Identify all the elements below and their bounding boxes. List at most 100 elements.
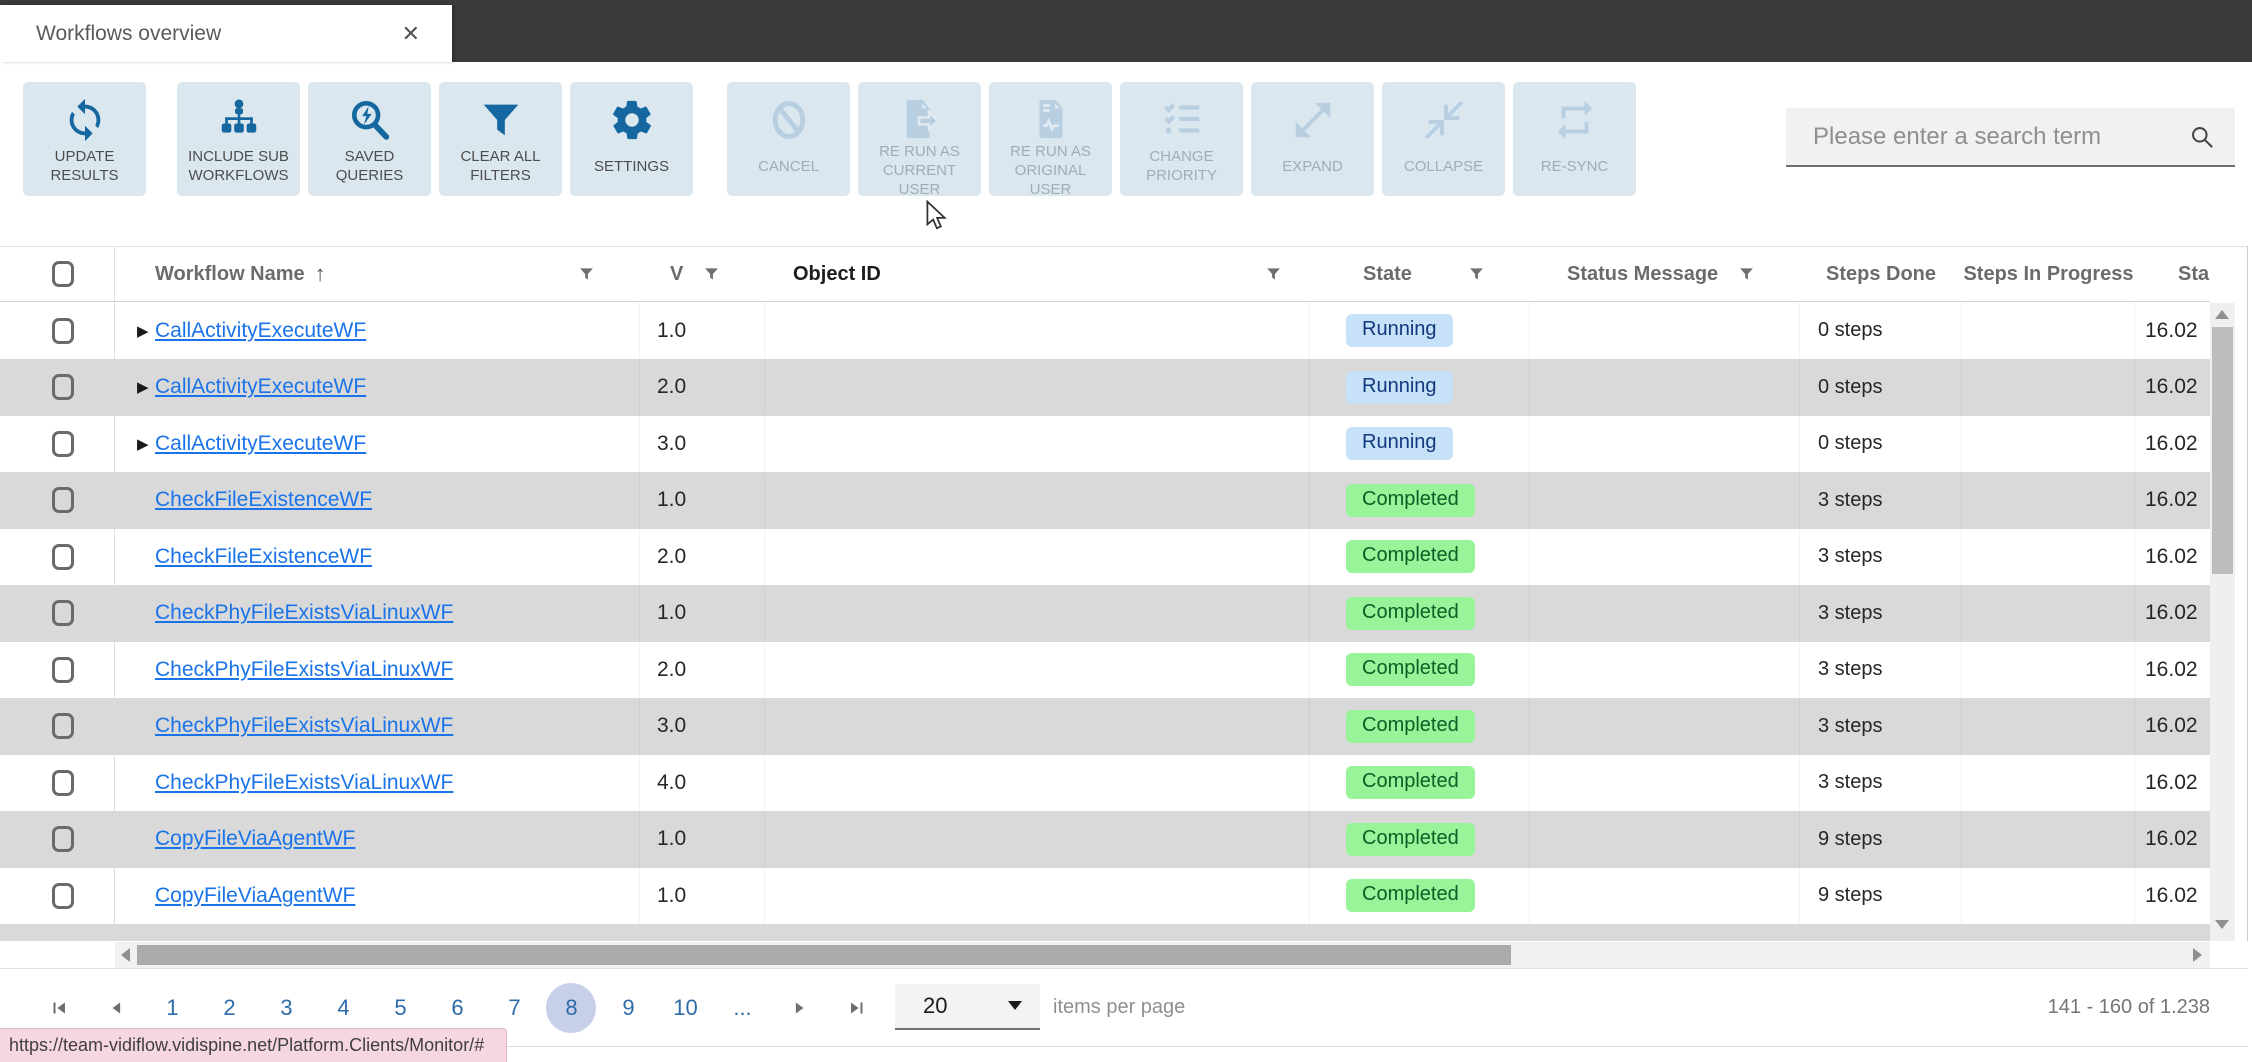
page-button-dotsdotsdots[interactable]: ... bbox=[714, 983, 771, 1033]
update-results-button[interactable]: UPDATE RESULTS bbox=[23, 82, 146, 196]
workflow-name-cell: ▶ CallActivityExecuteWF bbox=[115, 416, 640, 472]
workflow-name-link[interactable]: CheckPhyFileExistsViaLinuxWF bbox=[155, 658, 453, 682]
page-button-5[interactable]: 5 bbox=[372, 983, 429, 1033]
expand-icon[interactable]: ▶ bbox=[137, 435, 150, 453]
column-header-workflow-name[interactable]: Workflow Name ↑ bbox=[115, 247, 640, 301]
first-page-icon[interactable] bbox=[30, 983, 87, 1033]
workflow-name-cell: ▶CheckFileExistenceWF bbox=[115, 472, 640, 528]
close-icon[interactable]: ✕ bbox=[402, 5, 420, 62]
row-checkbox[interactable] bbox=[52, 769, 74, 796]
column-header-state[interactable]: State bbox=[1310, 247, 1530, 301]
page-button-9[interactable]: 9 bbox=[600, 983, 657, 1033]
workflow-name-link[interactable]: CheckPhyFileExistsViaLinuxWF bbox=[155, 771, 453, 795]
scroll-left-icon[interactable] bbox=[121, 948, 130, 962]
state-cell: Running bbox=[1310, 359, 1530, 415]
row-checkbox[interactable] bbox=[52, 543, 74, 570]
search-input[interactable] bbox=[1786, 108, 2235, 165]
toolbar-button-label: CLEAR ALL FILTERS bbox=[460, 148, 541, 184]
column-header-started[interactable]: Started bbox=[2135, 247, 2210, 301]
table-row: ▶CopyFileViaAgentWF1.0 Completed 9 steps 16… bbox=[0, 868, 2210, 925]
row-checkbox[interactable] bbox=[52, 713, 74, 740]
page-button-7[interactable]: 7 bbox=[486, 983, 543, 1033]
column-header-object-id[interactable]: Object ID bbox=[765, 247, 1310, 301]
state-cell: Completed bbox=[1310, 529, 1530, 585]
workflow-name-link[interactable]: CopyFileViaAgentWF bbox=[155, 827, 355, 851]
sync-icon bbox=[62, 96, 108, 144]
tab-workflows-overview[interactable]: Workflows overview ✕ bbox=[0, 5, 452, 62]
column-header-version[interactable]: V bbox=[640, 247, 765, 301]
scroll-down-icon[interactable] bbox=[2215, 920, 2229, 929]
workflow-name-link[interactable]: CheckPhyFileExistsViaLinuxWF bbox=[155, 601, 453, 625]
saved-queries-button[interactable]: SAVED QUERIES bbox=[308, 82, 431, 196]
filter-icon[interactable] bbox=[1468, 264, 1485, 284]
items-per-page-select[interactable]: 20 bbox=[895, 984, 1040, 1030]
items-per-page-label: items per page bbox=[1053, 996, 1186, 1018]
column-header-steps-done[interactable]: Steps Done bbox=[1800, 247, 1962, 301]
gear-icon bbox=[609, 96, 655, 144]
workflow-name-cell: ▶CopyFileViaAgentWF bbox=[115, 811, 640, 867]
row-checkbox[interactable] bbox=[52, 317, 74, 344]
filter-icon[interactable] bbox=[578, 264, 595, 284]
workflow-name-link[interactable]: CopyFileViaAgentWF bbox=[155, 884, 355, 908]
row-checkbox[interactable] bbox=[52, 487, 74, 514]
horizontal-scrollbar-thumb[interactable] bbox=[137, 945, 1511, 965]
scroll-right-icon[interactable] bbox=[2193, 948, 2202, 962]
page-button-8[interactable]: 8 bbox=[543, 982, 600, 1033]
row-checkbox[interactable] bbox=[52, 374, 74, 401]
status-message-cell bbox=[1530, 698, 1800, 754]
expand-icon[interactable]: ▶ bbox=[137, 322, 150, 340]
column-header-status-message[interactable]: Status Message bbox=[1530, 247, 1800, 301]
workflow-name-link[interactable]: CallActivityExecuteWF bbox=[155, 375, 366, 399]
include-sub-workflows-button[interactable]: INCLUDE SUB WORKFLOWS bbox=[177, 82, 300, 196]
row-checkbox[interactable] bbox=[52, 656, 74, 683]
steps-in-progress-cell bbox=[1962, 755, 2135, 811]
filter-icon[interactable] bbox=[1265, 264, 1282, 284]
workflow-name-link[interactable]: CallActivityExecuteWF bbox=[155, 319, 366, 343]
column-header-steps-in-progress[interactable]: Steps In Progress bbox=[1962, 247, 2135, 301]
state-badge: Completed bbox=[1346, 596, 1475, 630]
page-button-1[interactable]: 1 bbox=[144, 983, 201, 1033]
select-all-checkbox[interactable] bbox=[52, 261, 74, 287]
page-button-10[interactable]: 10 bbox=[657, 983, 714, 1033]
filter-icon[interactable] bbox=[703, 264, 720, 284]
workflow-name-link[interactable]: CallActivityExecuteWF bbox=[155, 432, 366, 456]
steps-done-cell: 0 steps bbox=[1800, 359, 1962, 415]
workflow-name-link[interactable]: CheckFileExistenceWF bbox=[155, 488, 372, 512]
workflow-name-cell: ▶CheckFileExistenceWF bbox=[115, 529, 640, 585]
row-checkbox[interactable] bbox=[52, 826, 74, 853]
clear-all-filters-button[interactable]: CLEAR ALL FILTERS bbox=[439, 82, 562, 196]
settings-button[interactable]: SETTINGS bbox=[570, 82, 693, 196]
row-checkbox[interactable] bbox=[52, 882, 74, 909]
row-checkbox[interactable] bbox=[52, 430, 74, 457]
row-checkbox[interactable] bbox=[52, 600, 74, 627]
vertical-scrollbar[interactable] bbox=[2210, 303, 2235, 941]
object-id-cell bbox=[765, 303, 1310, 359]
vertical-scrollbar-thumb[interactable] bbox=[2212, 327, 2233, 574]
select-cell bbox=[0, 303, 115, 359]
filter-icon[interactable] bbox=[1738, 264, 1755, 284]
page-button-2[interactable]: 2 bbox=[201, 983, 258, 1033]
steps-done-cell: 3 steps bbox=[1800, 642, 1962, 698]
expand-icon[interactable]: ▶ bbox=[137, 378, 150, 396]
workflow-name-link[interactable]: CheckPhyFileExistsViaLinuxWF bbox=[155, 714, 453, 738]
re-run-as-original-user-button: RE RUN AS ORIGINAL USER bbox=[989, 82, 1112, 198]
last-page-icon[interactable] bbox=[828, 983, 885, 1033]
previous-page-icon[interactable] bbox=[87, 983, 144, 1033]
workflow-name-link[interactable]: CheckFileExistenceWF bbox=[155, 545, 372, 569]
page-button-6[interactable]: 6 bbox=[429, 983, 486, 1033]
state-cell: Completed bbox=[1310, 472, 1530, 528]
re-sync-button: RE-SYNC bbox=[1513, 82, 1636, 196]
scroll-up-icon[interactable] bbox=[2215, 310, 2229, 319]
doc-arrow-icon bbox=[897, 96, 943, 142]
table-right-border bbox=[2247, 246, 2248, 941]
steps-done-cell: 9 steps bbox=[1800, 868, 1962, 924]
version-cell: 3.0 bbox=[640, 698, 765, 754]
page-button-3[interactable]: 3 bbox=[258, 983, 315, 1033]
status-message-cell bbox=[1530, 359, 1800, 415]
started-cell: 16.02 bbox=[2135, 642, 2210, 698]
horizontal-scrollbar[interactable] bbox=[115, 942, 2210, 968]
search-icon[interactable] bbox=[2188, 123, 2215, 150]
next-page-icon[interactable] bbox=[771, 983, 828, 1033]
page-button-4[interactable]: 4 bbox=[315, 983, 372, 1033]
steps-in-progress-cell bbox=[1962, 585, 2135, 641]
